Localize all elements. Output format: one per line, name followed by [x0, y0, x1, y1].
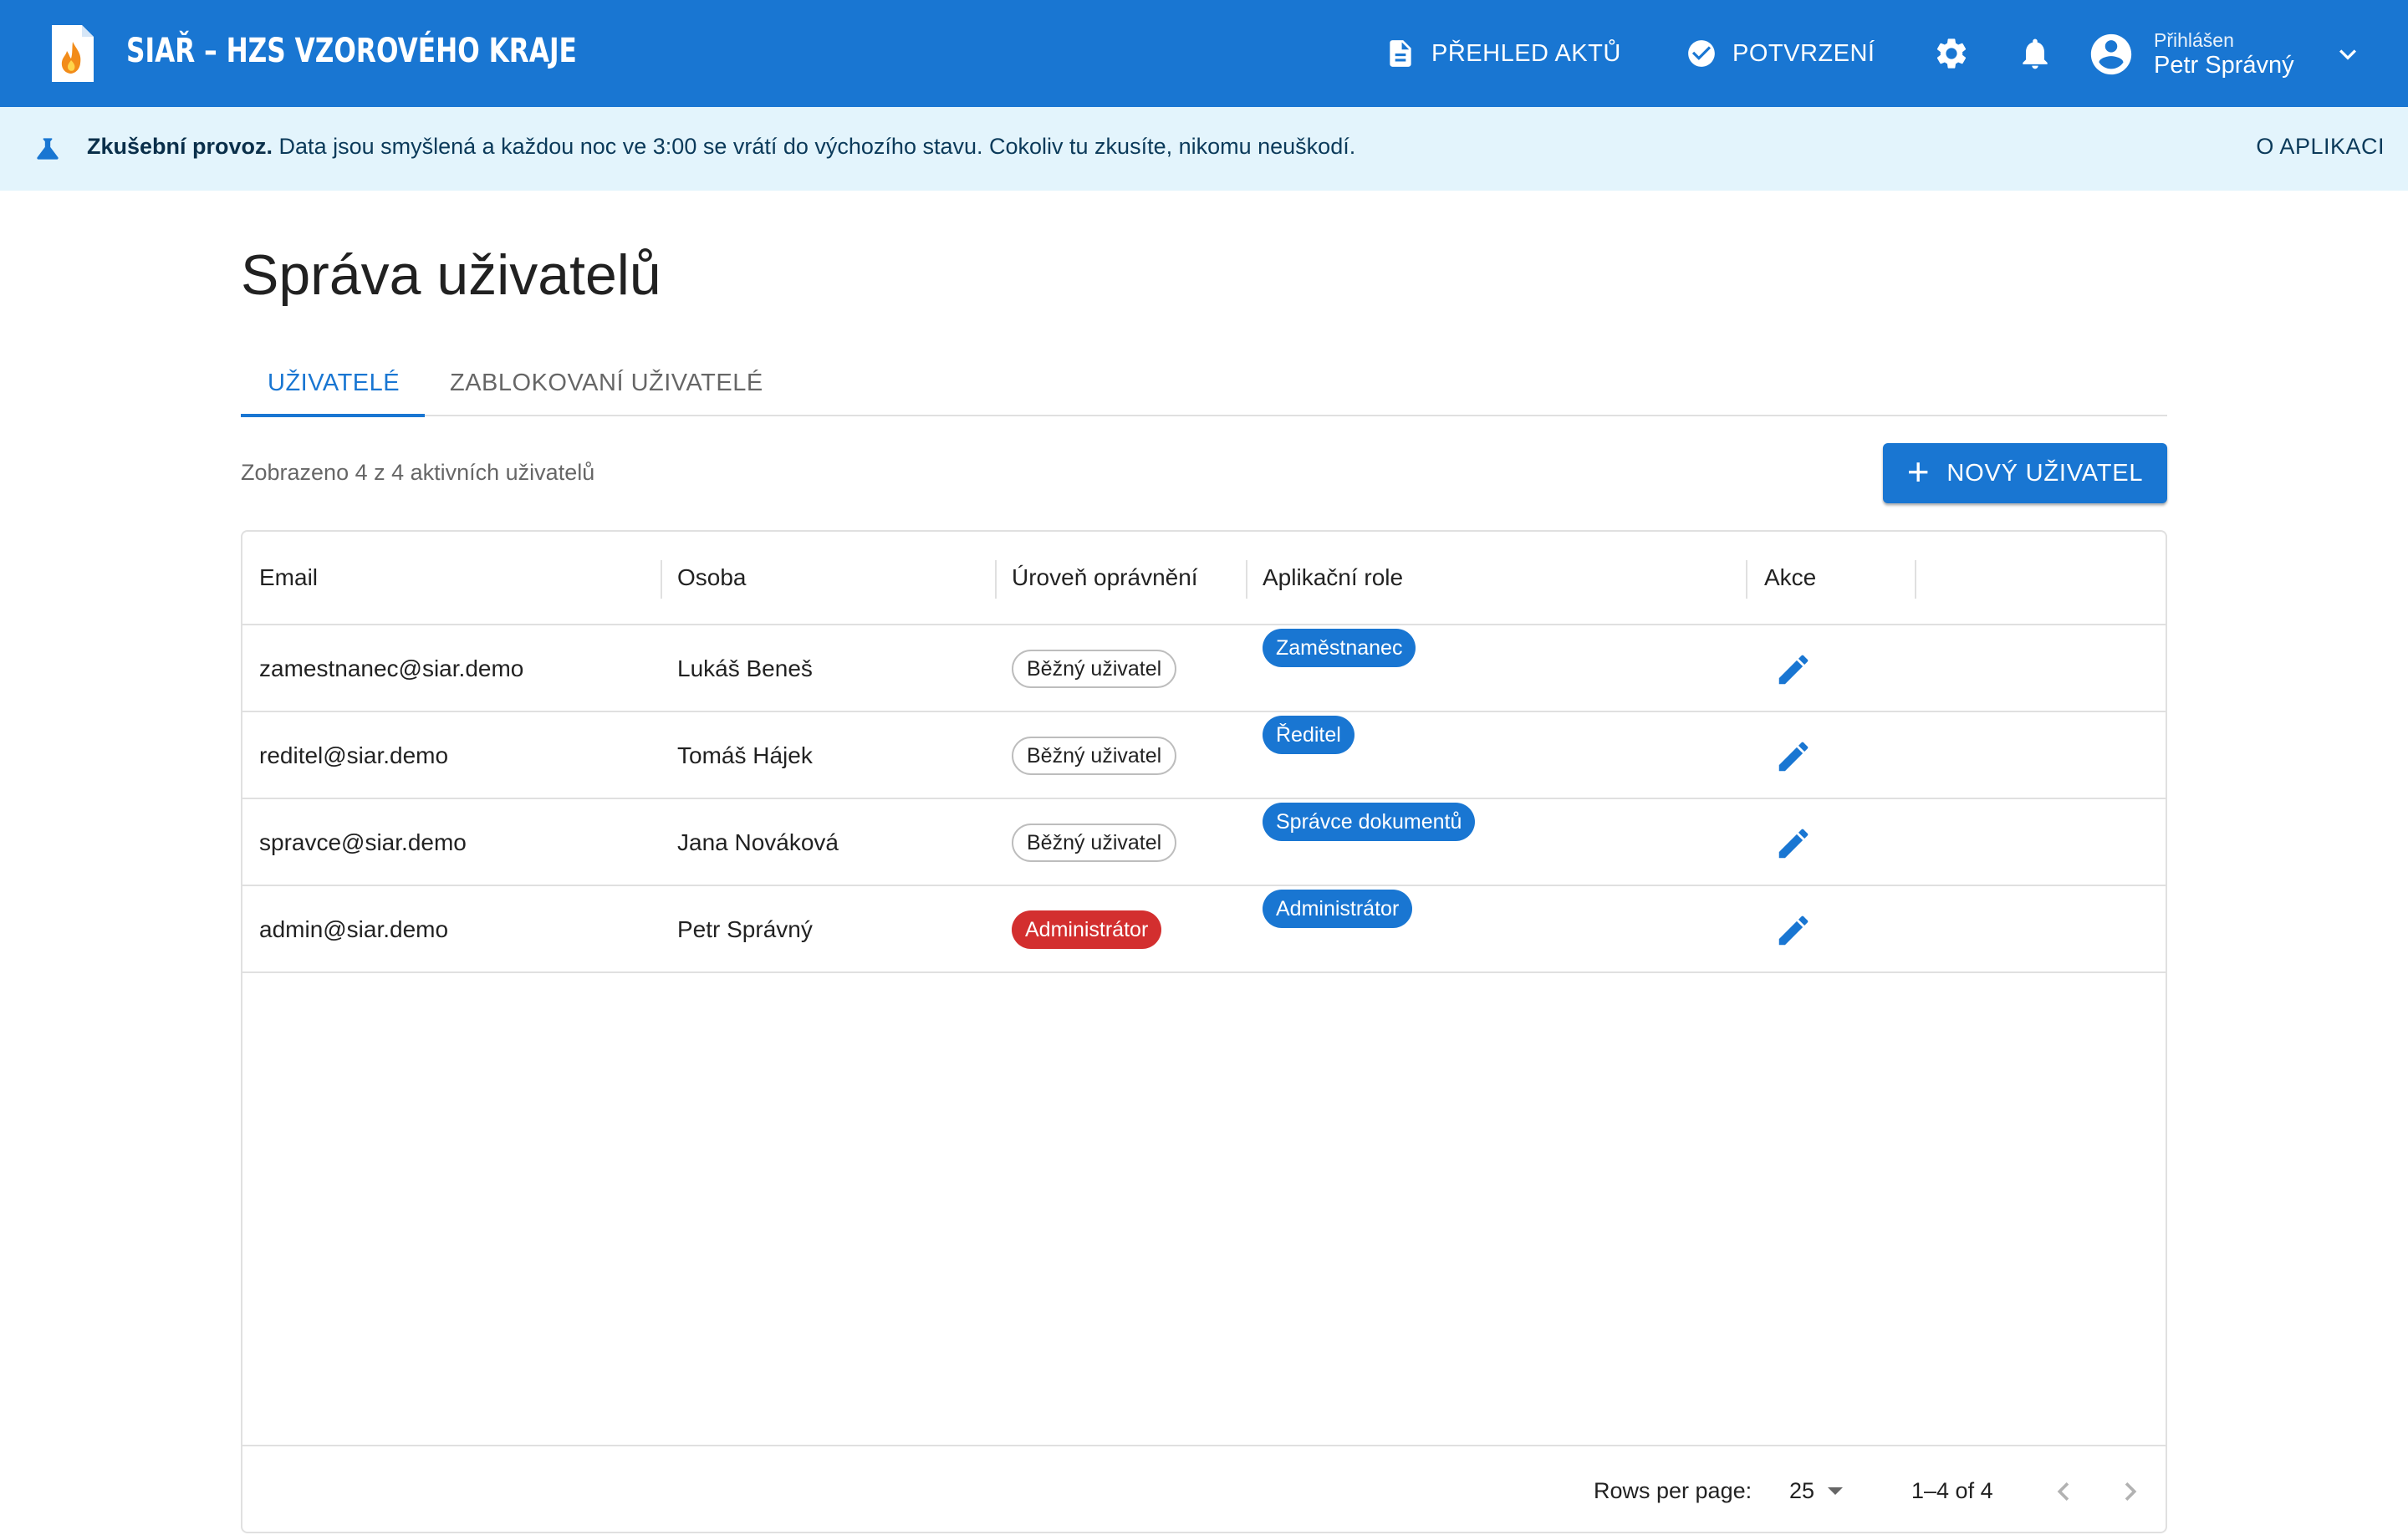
column-header-email[interactable]: Email — [259, 532, 318, 624]
permission-level-cell: Běžný uživatel — [1012, 625, 1177, 712]
user-name: Petr Správný — [2154, 51, 2294, 79]
table-row[interactable]: spravce@siar.demo Jana Nováková Běžný už… — [242, 799, 2166, 886]
rows-per-page-label: Rows per page: — [1594, 1478, 1752, 1503]
column-separator[interactable] — [661, 560, 662, 599]
permission-level-chip: Běžný uživatel — [1012, 824, 1177, 862]
banner-text: Data jsou smyšlená a každou noc ve 3:00 … — [278, 134, 1356, 159]
table-row[interactable]: admin@siar.demo Petr Správný Administrát… — [242, 886, 2166, 973]
app-role-chip: Administrátor — [1263, 890, 1413, 928]
chevron-down-icon — [2339, 49, 2356, 60]
email-cell: admin@siar.demo — [259, 916, 449, 942]
check-circle-icon — [1688, 40, 1715, 67]
edit-user-button[interactable] — [1774, 737, 1813, 776]
tabs: UŽIVATELÉ ZABLOKOVANÍ UŽIVATELÉ — [241, 349, 2167, 417]
app-role-cell: Zaměstnanec — [1263, 629, 1416, 667]
chevron-left-icon — [2057, 1482, 2069, 1501]
column-separator[interactable] — [1915, 560, 1916, 599]
banner-message: Zkušební provoz. Data jsou smyšlená a ka… — [87, 134, 1355, 160]
rows-per-page-select[interactable]: 25 — [1789, 1478, 1844, 1504]
permission-level-chip: Běžný uživatel — [1012, 737, 1177, 775]
person-cell: Lukáš Beneš — [677, 655, 813, 681]
pencil-icon — [1778, 655, 1809, 685]
permission-level-chip: Běžný uživatel — [1012, 650, 1177, 688]
table-header: Email Osoba Úroveň oprávnění Aplikační r… — [242, 532, 2166, 625]
permission-level-cell: Běžný uživatel — [1012, 799, 1177, 886]
banner-title: Zkušební provoz. — [87, 134, 273, 159]
table-row[interactable]: reditel@siar.demo Tomáš Hájek Běžný uživ… — [242, 712, 2166, 799]
nav-confirm-button[interactable]: POTVRZENÍ — [1686, 30, 1875, 77]
email-cell: reditel@siar.demo — [259, 742, 449, 768]
nav-confirm-label: POTVRZENÍ — [1732, 39, 1875, 67]
user-status-label: Přihlášen — [2154, 29, 2234, 52]
plus-icon: + — [1906, 450, 1931, 493]
app-role-cell: Správce dokumentů — [1263, 803, 1476, 841]
notifications-button[interactable] — [2015, 33, 2055, 74]
app-bar: SIAŘ – HZS VZOROVÉHO KRAJE PŘEHLED AKTŮ … — [0, 0, 2408, 107]
app-role-chip: Správce dokumentů — [1263, 803, 1476, 841]
demo-banner: Zkušební provoz. Data jsou smyšlená a ka… — [0, 107, 2408, 191]
permission-level-chip: Administrátor — [1012, 910, 1162, 949]
dropdown-arrow-icon — [1828, 1487, 1844, 1495]
previous-page-button[interactable] — [2045, 1473, 2082, 1510]
edit-user-button[interactable] — [1774, 650, 1813, 689]
column-header-person[interactable]: Osoba — [677, 532, 747, 624]
flask-icon — [37, 138, 59, 160]
table-row[interactable]: zamestnanec@siar.demo Lukáš Beneš Běžný … — [242, 625, 2166, 712]
edit-user-button[interactable] — [1774, 911, 1813, 950]
column-separator[interactable] — [1746, 560, 1747, 599]
bell-icon — [2023, 38, 2048, 69]
document-icon — [1390, 40, 1411, 67]
edit-user-button[interactable] — [1774, 824, 1813, 863]
users-count-text: Zobrazeno 4 z 4 aktivních uživatelů — [241, 460, 595, 485]
settings-button[interactable] — [1931, 33, 1972, 74]
email-cell: zamestnanec@siar.demo — [259, 655, 524, 681]
column-header-permission-level[interactable]: Úroveň oprávnění — [1012, 532, 1198, 624]
app-role-chip: Ředitel — [1263, 716, 1354, 754]
pencil-icon — [1778, 742, 1809, 772]
column-header-actions: Akce — [1764, 564, 1817, 590]
rows-per-page-value: 25 — [1789, 1478, 1815, 1503]
column-separator[interactable] — [995, 560, 997, 599]
column-header-app-role[interactable]: Aplikační role — [1263, 532, 1403, 624]
next-page-button[interactable] — [2112, 1473, 2149, 1510]
gear-icon — [1936, 38, 1967, 69]
column-separator[interactable] — [1246, 560, 1247, 599]
table-pagination: Rows per page: 25 1–4 of 4 — [242, 1445, 2166, 1535]
app-role-cell: Ředitel — [1263, 716, 1354, 754]
new-user-label: NOVÝ UŽIVATEL — [1946, 459, 2144, 487]
nav-acts-label: PŘEHLED AKTŮ — [1431, 39, 1621, 67]
user-menu[interactable]: Přihlášen Petr Správný — [2087, 25, 2365, 84]
about-link[interactable]: O APLIKACI — [2256, 134, 2385, 160]
email-cell: spravce@siar.demo — [259, 829, 467, 855]
nav-acts-button[interactable]: PŘEHLED AKTŮ — [1385, 30, 1621, 77]
tab-users[interactable]: UŽIVATELÉ — [268, 349, 400, 416]
active-tab-indicator — [241, 414, 425, 417]
permission-level-cell: Administrátor — [1012, 886, 1162, 973]
person-cell: Jana Nováková — [677, 829, 839, 855]
pagination-range: 1–4 of 4 — [1911, 1478, 1993, 1503]
app-role-chip: Zaměstnanec — [1263, 629, 1416, 667]
permission-level-cell: Běžný uživatel — [1012, 712, 1177, 799]
pencil-icon — [1778, 915, 1809, 946]
app-logo-icon[interactable] — [52, 25, 94, 82]
person-cell: Tomáš Hájek — [677, 742, 813, 768]
chevron-right-icon — [2125, 1482, 2137, 1501]
tab-blocked-users[interactable]: ZABLOKOVANÍ UŽIVATELÉ — [450, 349, 763, 416]
app-role-cell: Administrátor — [1263, 890, 1413, 928]
person-cell: Petr Správný — [677, 916, 813, 942]
page-title: Správa uživatelů — [241, 243, 661, 307]
new-user-button[interactable]: + NOVÝ UŽIVATEL — [1883, 443, 2167, 503]
pencil-icon — [1778, 829, 1809, 859]
account-circle-icon — [2087, 30, 2135, 79]
users-table: Email Osoba Úroveň oprávnění Aplikační r… — [241, 530, 2167, 1533]
app-title[interactable]: SIAŘ – HZS VZOROVÉHO KRAJE — [126, 32, 577, 70]
